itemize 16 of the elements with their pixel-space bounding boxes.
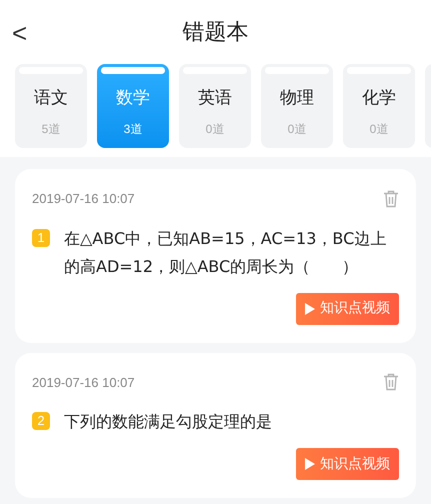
question-number: 2 bbox=[32, 412, 50, 430]
back-button[interactable]: < bbox=[12, 14, 28, 53]
page-title: 错题本 bbox=[182, 18, 248, 46]
question-text: 在△ABC中，已知AB=15，AC=13，BC边上的高AD=12，则△ABC的周长为（ ） bbox=[64, 228, 388, 278]
question-number: 1 bbox=[32, 228, 50, 246]
play-icon bbox=[305, 458, 315, 470]
subject-tab[interactable]: 物理 0道 bbox=[261, 64, 333, 148]
subject-tab[interactable]: 语文 5道 bbox=[15, 64, 87, 148]
play-icon bbox=[305, 302, 315, 314]
subject-tab[interactable]: 英语 0道 bbox=[179, 64, 251, 148]
question-date: 2019-07-16 10:07 bbox=[32, 190, 135, 208]
question-date: 2019-07-16 10:07 bbox=[32, 374, 135, 392]
question-text: 下列的数能满足勾股定理的是 bbox=[64, 411, 273, 433]
subject-tab[interactable]: 化学 0道 bbox=[343, 64, 415, 148]
trash-icon[interactable] bbox=[383, 190, 399, 208]
trash-icon[interactable] bbox=[383, 373, 399, 392]
